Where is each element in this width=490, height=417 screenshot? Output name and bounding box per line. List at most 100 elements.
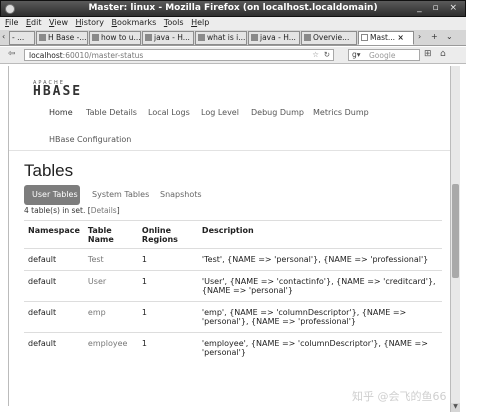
tab-label: java - H... xyxy=(260,33,296,42)
page-title: Tables xyxy=(24,161,74,180)
browser-tab[interactable]: H Base -... xyxy=(36,31,88,45)
table-row: default emp 1 'emp', {NAME => 'columnDes… xyxy=(24,301,442,333)
cell-description: 'User', {NAME => 'contactinfo'}, {NAME =… xyxy=(197,270,442,302)
tab-user-tables[interactable]: User Tables xyxy=(24,185,80,205)
menu-tools[interactable]: Tools xyxy=(164,18,184,27)
header-divider xyxy=(9,150,456,151)
tab-label: how to u... xyxy=(101,33,141,42)
reload-icon[interactable]: ↻ xyxy=(324,50,330,59)
cell-table-name-link[interactable]: emp xyxy=(83,301,138,333)
cell-namespace: default xyxy=(24,248,84,271)
tab-label: H Base -... xyxy=(48,33,87,42)
tab-list-icon[interactable]: ⌄ xyxy=(446,32,453,41)
vertical-scrollbar[interactable]: ▼ xyxy=(450,66,460,412)
nav-local-logs[interactable]: Local Logs xyxy=(148,108,190,117)
table-count-suffix: ] xyxy=(116,206,120,215)
page-icon xyxy=(92,34,99,41)
browser-tab-active[interactable]: Mast... × xyxy=(358,31,414,45)
browser-tab[interactable]: how to u... xyxy=(89,31,141,45)
cell-namespace: default xyxy=(24,270,84,302)
tab-label: Overvie... xyxy=(313,33,350,42)
table-count: 4 table(s) in set. [Details] xyxy=(24,206,120,215)
tab-label: Mast... xyxy=(370,33,396,42)
downloads-icon[interactable]: ⊞ xyxy=(424,49,432,59)
close-tab-icon[interactable]: × xyxy=(397,33,403,42)
navigation-bar: ⇦ localhost:60010/master-status ☆ ↻ g▾ G… xyxy=(0,47,466,64)
table-row: default User 1 'User', {NAME => 'contact… xyxy=(24,270,442,302)
menu-bookmarks[interactable]: Bookmarks xyxy=(112,18,157,27)
user-tables-table: Namespace Table Name Online Regions Desc… xyxy=(24,220,442,363)
table-row: default Test 1 'Test', {NAME => 'persona… xyxy=(24,248,442,271)
scroll-down-icon[interactable]: ▼ xyxy=(451,403,460,412)
page-icon xyxy=(145,34,152,41)
scrollbar-thumb[interactable] xyxy=(452,184,459,278)
home-icon[interactable]: ⌂ xyxy=(440,49,446,59)
page-icon xyxy=(361,34,368,41)
details-link[interactable]: Details xyxy=(91,206,117,215)
table-row: default employee 1 'employee', {NAME => … xyxy=(24,332,442,363)
hbase-logo[interactable]: APACHE HBASE xyxy=(33,80,82,99)
cell-table-name-link[interactable]: employee xyxy=(83,332,138,363)
nav-debug-dump[interactable]: Debug Dump xyxy=(251,108,304,117)
nav-hbase-configuration[interactable]: HBase Configuration xyxy=(49,135,131,144)
search-input[interactable]: g▾ Google xyxy=(348,49,420,61)
menu-file[interactable]: File xyxy=(5,18,18,27)
col-header-namespace: Namespace xyxy=(24,220,84,249)
menu-bar: File Edit View History Bookmarks Tools H… xyxy=(0,17,466,30)
cell-description: 'emp', {NAME => 'columnDescriptor'}, {NA… xyxy=(197,301,442,333)
cell-regions: 1 xyxy=(137,248,198,271)
cell-table-name-link[interactable]: User xyxy=(83,270,138,302)
cell-regions: 1 xyxy=(137,332,198,363)
url-path: :60010/master-status xyxy=(62,51,144,60)
browser-tab[interactable]: Overvie... xyxy=(301,31,357,45)
menu-history[interactable]: History xyxy=(76,18,104,27)
cell-regions: 1 xyxy=(137,270,198,302)
back-icon[interactable]: ⇦ xyxy=(8,49,16,59)
table-header-row: Namespace Table Name Online Regions Desc… xyxy=(24,220,442,249)
cell-regions: 1 xyxy=(137,301,198,333)
tab-label: what is i... xyxy=(207,33,246,42)
search-engine-icon[interactable]: g▾ xyxy=(352,50,361,59)
menu-view[interactable]: View xyxy=(49,18,68,27)
bookmark-star-icon[interactable]: ☆ xyxy=(312,50,319,59)
cell-description: 'Test', {NAME => 'personal'}, {NAME => '… xyxy=(197,248,442,271)
cell-namespace: default xyxy=(24,301,84,333)
menu-help[interactable]: Help xyxy=(191,18,209,27)
tab-scroll-left-icon[interactable]: ‹ xyxy=(2,32,5,41)
cell-description: 'employee', {NAME => 'columnDescriptor'}… xyxy=(197,332,442,363)
table-count-text: 4 table(s) in set. [ xyxy=(24,206,91,215)
browser-tab[interactable]: - ... xyxy=(9,31,35,45)
col-header-online-regions: Online Regions xyxy=(137,220,198,249)
menu-edit[interactable]: Edit xyxy=(26,18,42,27)
col-header-table-name: Table Name xyxy=(83,220,138,249)
page-icon xyxy=(304,34,311,41)
browser-tab[interactable]: java - H... xyxy=(142,31,194,45)
window-title: Master: linux - Mozilla Firefox (on loca… xyxy=(88,3,378,13)
nav-home[interactable]: Home xyxy=(49,108,73,117)
nav-log-level[interactable]: Log Level xyxy=(201,108,239,117)
url-host: localhost xyxy=(29,51,63,60)
nav-metrics-dump[interactable]: Metrics Dump xyxy=(313,108,369,117)
browser-tab[interactable]: what is i... xyxy=(195,31,247,45)
tab-label: - ... xyxy=(12,33,25,42)
window-titlebar: Master: linux - Mozilla Firefox (on loca… xyxy=(0,0,466,17)
tab-snapshots[interactable]: Snapshots xyxy=(152,185,210,205)
page-icon xyxy=(251,34,258,41)
url-bar[interactable]: localhost:60010/master-status ☆ ↻ xyxy=(24,49,334,61)
page-icon xyxy=(198,34,205,41)
col-header-description: Description xyxy=(197,220,442,249)
page-icon xyxy=(39,34,46,41)
window-controls[interactable]: _ ▫ × xyxy=(417,3,461,13)
watermark: 知乎 @会飞的鱼66 xyxy=(352,390,447,403)
cell-namespace: default xyxy=(24,332,84,363)
tab-label: java - H... xyxy=(154,33,190,42)
tab-scroll-right-icon[interactable]: › xyxy=(418,32,421,41)
new-tab-icon[interactable]: + xyxy=(431,32,438,41)
logo-big-text: HBASE xyxy=(33,84,83,99)
tab-system-tables[interactable]: System Tables xyxy=(84,185,157,205)
nav-table-details[interactable]: Table Details xyxy=(86,108,137,117)
page-content: APACHE HBASE Home Table Details Local Lo… xyxy=(8,66,456,406)
search-placeholder: Google xyxy=(369,51,396,60)
cell-table-name-link[interactable]: Test xyxy=(83,248,138,271)
browser-tab[interactable]: java - H... xyxy=(248,31,300,45)
